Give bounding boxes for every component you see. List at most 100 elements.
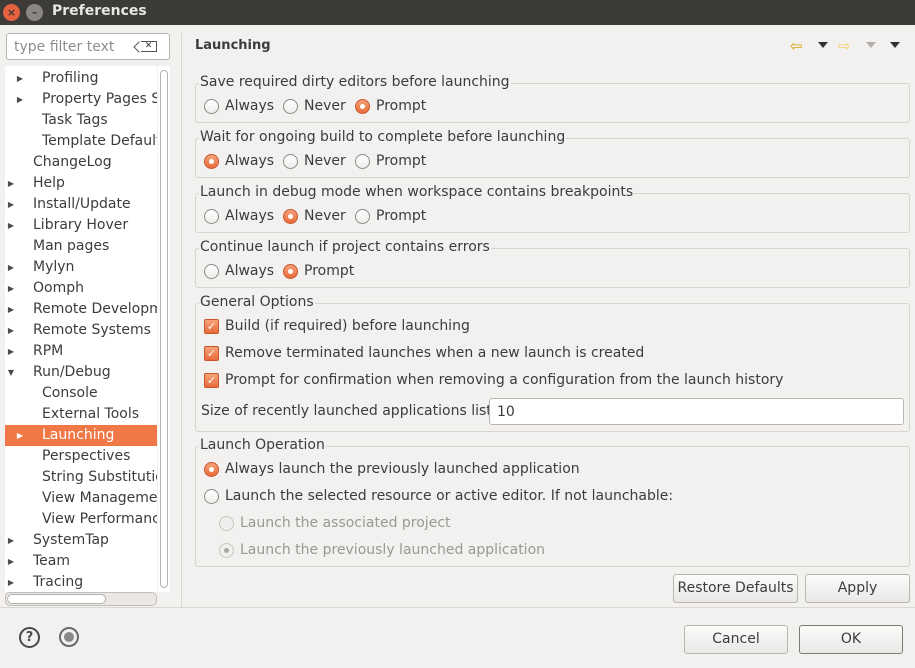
collapsed-arrow-icon[interactable]: ▶	[15, 425, 25, 446]
launch-selected-radio[interactable]	[204, 489, 219, 504]
record-icon[interactable]	[59, 627, 79, 647]
preference-tree: ▶ Profiling ▶ Property Pages Settings Task T…	[5, 66, 157, 592]
ok-button[interactable]: OK	[799, 625, 903, 654]
tree-item-label: String Substitution	[42, 469, 157, 485]
tree-item[interactable]: External Tools	[5, 404, 157, 425]
tree-vertical-scrollbar[interactable]	[158, 66, 170, 592]
tree-item[interactable]: View Management	[5, 488, 157, 509]
tree-item-label: Remote Systems	[33, 322, 151, 338]
collapsed-arrow-icon[interactable]: ▶	[6, 572, 16, 592]
tree-item-label: Remote Development	[33, 301, 157, 317]
tree-item[interactable]: ▶ Remote Systems	[5, 320, 157, 341]
tree-item[interactable]: Man pages	[5, 236, 157, 257]
tree-item[interactable]: ▶ Launching	[5, 425, 157, 446]
back-arrow-icon[interactable]: ⇦	[790, 38, 803, 54]
build-before-launch-checkbox[interactable]: ✓	[204, 319, 219, 334]
debug-always-radio[interactable]	[204, 209, 219, 224]
collapsed-arrow-icon[interactable]: ▶	[6, 173, 16, 194]
tree-item[interactable]: Perspectives	[5, 446, 157, 467]
forward-arrow-icon[interactable]: ⇨	[838, 38, 851, 54]
pane-divider[interactable]	[181, 33, 182, 607]
help-icon[interactable]: ?	[19, 627, 40, 648]
tree-item[interactable]: ▶ RPM	[5, 341, 157, 362]
tree-item[interactable]: ▶ Library Hover	[5, 215, 157, 236]
tree-item[interactable]: Task Tags	[5, 110, 157, 131]
tree-item-label: Tracing	[33, 574, 84, 590]
tree-item-label: Run/Debug	[33, 364, 111, 380]
history-size-label: Size of recently launched applications l…	[201, 403, 497, 419]
tree-item[interactable]: View Performance	[5, 509, 157, 530]
expanded-arrow-icon[interactable]: ▼	[6, 362, 16, 383]
wait-prompt-label: Prompt	[376, 153, 427, 169]
collapsed-arrow-icon[interactable]: ▶	[6, 299, 16, 320]
tree-horizontal-scroll-thumb[interactable]	[7, 594, 106, 604]
errors-prompt-label: Prompt	[304, 263, 355, 279]
tree-item[interactable]: ▼ Run/Debug	[5, 362, 157, 383]
tree-item[interactable]: ▶ SystemTap	[5, 530, 157, 551]
launch-associated-project-radio[interactable]	[219, 516, 234, 531]
tree-item[interactable]: String Substitution	[5, 467, 157, 488]
debug-never-radio[interactable]	[283, 209, 298, 224]
cancel-button[interactable]: Cancel	[684, 625, 788, 654]
view-menu-chevron-icon[interactable]	[890, 42, 900, 48]
tree-item-label: View Performance	[42, 511, 157, 527]
tree-item[interactable]: Console	[5, 383, 157, 404]
tree-vertical-scroll-thumb[interactable]	[160, 70, 168, 588]
tree-horizontal-scrollbar[interactable]	[5, 592, 157, 606]
tree-item[interactable]: ▶ Mylyn	[5, 257, 157, 278]
tree-item[interactable]: ▶ Help	[5, 173, 157, 194]
wait-always-radio[interactable]	[204, 154, 219, 169]
collapsed-arrow-icon[interactable]: ▶	[6, 551, 16, 572]
collapsed-arrow-icon[interactable]: ▶	[6, 341, 16, 362]
save-always-radio[interactable]	[204, 99, 219, 114]
wait-prompt-radio[interactable]	[355, 154, 370, 169]
confirm-remove-checkbox[interactable]: ✓	[204, 373, 219, 388]
filter-input[interactable]	[7, 34, 137, 59]
collapsed-arrow-icon[interactable]: ▶	[6, 215, 16, 236]
tree-item-label: ChangeLog	[33, 154, 112, 170]
tree-item-label: External Tools	[42, 406, 140, 422]
save-dirty-group-title: Save required dirty editors before launc…	[199, 74, 511, 90]
errors-always-radio[interactable]	[204, 264, 219, 279]
collapsed-arrow-icon[interactable]: ▶	[6, 278, 16, 299]
debug-never-label: Never	[304, 208, 346, 224]
remove-terminated-label: Remove terminated launches when a new la…	[225, 345, 645, 361]
collapsed-arrow-icon[interactable]: ▶	[6, 530, 16, 551]
collapsed-arrow-icon[interactable]: ▶	[6, 257, 16, 278]
tree-item-label: Task Tags	[42, 112, 108, 128]
tree-item-label: SystemTap	[33, 532, 109, 548]
tree-item[interactable]: ▶ Profiling	[5, 68, 157, 89]
launch-previous-fallback-radio[interactable]	[219, 543, 234, 558]
window-title: Preferences	[52, 3, 147, 19]
wait-never-radio[interactable]	[283, 154, 298, 169]
tree-item[interactable]: ▶ Remote Development	[5, 299, 157, 320]
errors-prompt-radio[interactable]	[283, 264, 298, 279]
tree-item-label: Oomph	[33, 280, 84, 296]
tree-item[interactable]: ▶ Tracing	[5, 572, 157, 592]
tree-item-label: Library Hover	[33, 217, 129, 233]
collapsed-arrow-icon[interactable]: ▶	[6, 194, 16, 215]
save-never-radio[interactable]	[283, 99, 298, 114]
clear-filter-icon[interactable]: ✕	[141, 41, 157, 52]
tree-item[interactable]: ▶ Install/Update	[5, 194, 157, 215]
apply-button[interactable]: Apply	[805, 574, 910, 603]
launch-previous-radio[interactable]	[204, 462, 219, 477]
wait-never-label: Never	[304, 153, 346, 169]
collapsed-arrow-icon[interactable]: ▶	[15, 89, 25, 110]
back-menu-chevron-icon[interactable]	[818, 42, 828, 48]
minimize-window-button[interactable]: –	[26, 4, 43, 21]
tree-item[interactable]: ▶ Property Pages Settings	[5, 89, 157, 110]
collapsed-arrow-icon[interactable]: ▶	[15, 68, 25, 89]
tree-item[interactable]: Template Defaults	[5, 131, 157, 152]
debug-prompt-radio[interactable]	[355, 209, 370, 224]
tree-item[interactable]: ▶ Oomph	[5, 278, 157, 299]
history-size-input[interactable]	[489, 398, 904, 425]
save-prompt-radio[interactable]	[355, 99, 370, 114]
close-window-button[interactable]: ×	[3, 4, 20, 21]
remove-terminated-checkbox[interactable]: ✓	[204, 346, 219, 361]
collapsed-arrow-icon[interactable]: ▶	[6, 320, 16, 341]
tree-item[interactable]: ChangeLog	[5, 152, 157, 173]
restore-defaults-button[interactable]: Restore Defaults	[673, 574, 798, 603]
forward-menu-chevron-icon[interactable]	[866, 42, 876, 48]
tree-item[interactable]: ▶ Team	[5, 551, 157, 572]
